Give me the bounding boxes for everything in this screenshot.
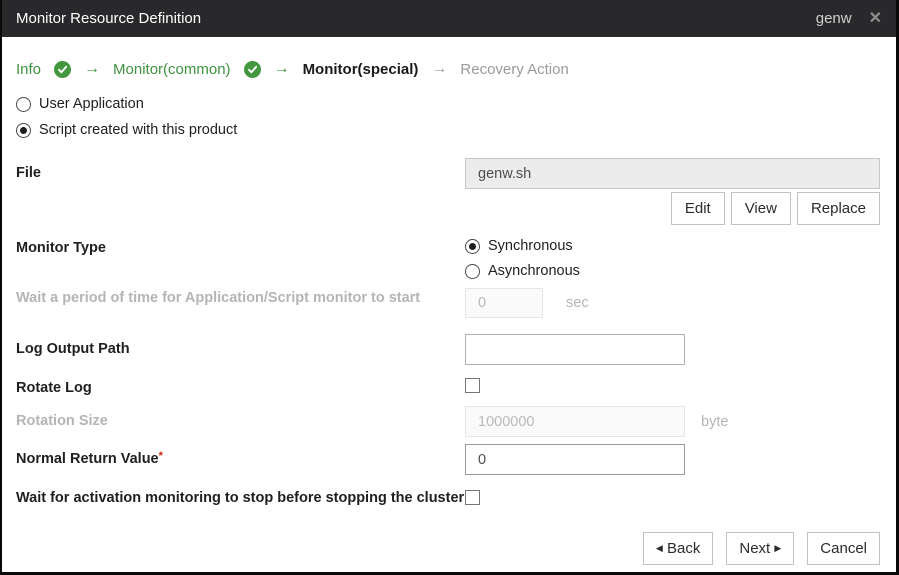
wizard-step-monitor-special: Monitor(special) (303, 61, 419, 78)
rotation-size-input (465, 406, 685, 437)
normal-return-value-label: Normal Return Value* (16, 449, 465, 470)
resource-name-label: genw (816, 10, 852, 27)
wizard-step-recovery-action: Recovery Action (460, 61, 568, 78)
back-button-label: Back (667, 540, 700, 557)
normal-return-value-row: Normal Return Value* (2, 444, 896, 475)
monitor-resource-definition-dialog: Monitor Resource Definition genw ✕ Info … (0, 0, 899, 575)
close-icon[interactable]: ✕ (869, 11, 882, 27)
wait-start-row: Wait a period of time for Application/Sc… (2, 288, 896, 318)
wait-start-label: Wait a period of time for Application/Sc… (16, 288, 465, 309)
cancel-button[interactable]: Cancel (807, 532, 880, 565)
required-asterisk: * (159, 450, 163, 462)
script-type-group: User Application Script created with thi… (16, 91, 896, 143)
radio-user-application-label: User Application (39, 96, 144, 112)
log-output-path-row: Log Output Path (2, 334, 896, 365)
file-label: File (16, 163, 465, 184)
file-input[interactable] (465, 158, 880, 189)
radio-asynchronous-label: Asynchronous (488, 263, 580, 279)
dialog-titlebar: Monitor Resource Definition genw ✕ (2, 0, 896, 37)
normal-return-value-text: Normal Return Value (16, 451, 159, 467)
radio-asynchronous[interactable]: Asynchronous (465, 263, 880, 279)
radio-icon[interactable] (16, 123, 31, 138)
radio-synchronous-label: Synchronous (488, 238, 573, 254)
wizard-arrow-icon: → (274, 60, 290, 78)
footer-button-bar: ◀ Back Next ▶ Cancel (2, 532, 896, 565)
step-complete-check-icon (244, 61, 261, 78)
rotation-size-row: Rotation Size byte (2, 406, 896, 437)
rotate-log-row: Rotate Log (2, 378, 896, 399)
file-buttons-row: Edit View Replace (2, 192, 896, 225)
next-button[interactable]: Next ▶ (726, 532, 794, 565)
wizard-arrow-icon: → (84, 60, 100, 78)
edit-button[interactable]: Edit (671, 192, 725, 225)
log-output-path-label: Log Output Path (16, 339, 465, 360)
wait-stop-row: Wait for activation monitoring to stop b… (2, 488, 896, 510)
next-button-label: Next (739, 540, 770, 557)
wizard-step-monitor-common: Monitor(common) (113, 61, 231, 78)
wait-start-unit-label: sec (566, 288, 589, 318)
back-button[interactable]: ◀ Back (643, 532, 713, 565)
normal-return-value-input[interactable] (465, 444, 685, 475)
wizard-step-info: Info (16, 61, 41, 78)
radio-synchronous[interactable]: Synchronous (465, 238, 880, 254)
dialog-title: Monitor Resource Definition (16, 10, 201, 27)
radio-icon[interactable] (465, 264, 480, 279)
wait-stop-checkbox[interactable] (465, 490, 480, 505)
monitor-type-label: Monitor Type (16, 238, 465, 259)
radio-icon[interactable] (465, 239, 480, 254)
file-row: File (2, 158, 896, 189)
wizard-arrow-icon: → (431, 60, 447, 78)
replace-button[interactable]: Replace (797, 192, 880, 225)
log-output-path-input[interactable] (465, 334, 685, 365)
step-complete-check-icon (54, 61, 71, 78)
rotation-size-unit-label: byte (701, 407, 728, 437)
radio-icon[interactable] (16, 97, 31, 112)
radio-script-created-label: Script created with this product (39, 122, 237, 138)
back-arrow-icon: ◀ (656, 543, 663, 553)
wait-start-input (465, 288, 543, 318)
rotation-size-label: Rotation Size (16, 411, 465, 432)
wizard-breadcrumb: Info → Monitor(common) → Monitor(special… (2, 37, 896, 85)
rotate-log-label: Rotate Log (16, 378, 465, 399)
next-arrow-icon: ▶ (774, 543, 781, 553)
rotate-log-checkbox[interactable] (465, 378, 480, 393)
wait-stop-label: Wait for activation monitoring to stop b… (16, 488, 465, 509)
radio-user-application[interactable]: User Application (16, 91, 896, 117)
monitor-type-row: Monitor Type Synchronous Asynchronous (2, 238, 896, 279)
radio-script-created[interactable]: Script created with this product (16, 117, 896, 143)
view-button[interactable]: View (731, 192, 791, 225)
